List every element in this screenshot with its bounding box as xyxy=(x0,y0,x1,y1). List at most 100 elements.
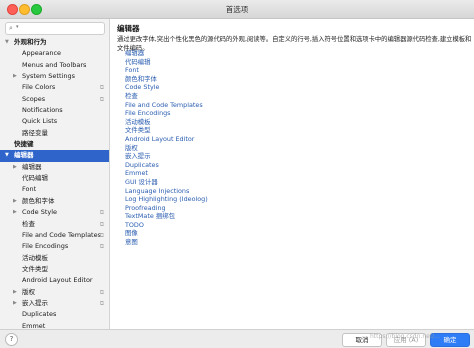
search-icon: ⌕ xyxy=(9,24,13,32)
chevron-right-icon[interactable]: ▶ xyxy=(13,162,17,173)
sidebar-item-label: Quick Lists xyxy=(22,117,58,126)
sidebar-item[interactable]: Emmet xyxy=(0,321,109,329)
subpage-link[interactable]: 意图 xyxy=(125,238,208,247)
project-scope-icon: ⧉ xyxy=(99,231,104,239)
subpage-link[interactable]: File and Code Templates xyxy=(125,101,208,110)
sidebar-item-label: Android Layout Editor xyxy=(22,276,93,285)
chevron-right-icon[interactable]: ▶ xyxy=(13,71,17,82)
subpage-link[interactable]: TextMate 捆绑包 xyxy=(125,212,208,221)
sidebar-item[interactable]: 活动模板 xyxy=(0,253,109,264)
sidebar-item[interactable]: 路径变量 xyxy=(0,128,109,139)
subpage-link[interactable]: Emmet xyxy=(125,169,208,178)
sidebar-item[interactable]: 代码编辑 xyxy=(0,173,109,184)
sidebar-item[interactable]: ▶ 编辑器 xyxy=(0,162,109,173)
sidebar-item-label: 快捷键 xyxy=(14,140,34,149)
chevron-down-icon[interactable]: ▼ xyxy=(5,37,9,48)
chevron-down-icon: ▾ xyxy=(16,24,19,30)
sidebar-item-label: 编辑器 xyxy=(14,151,34,160)
sidebar-item[interactable]: Font xyxy=(0,184,109,195)
settings-tree: ▼ 外观和行为 Appearance Menus and Toolbars ▶ Syste… xyxy=(0,37,109,329)
sidebar-item-label: File Colors xyxy=(22,83,56,92)
subpage-link[interactable]: Code Style xyxy=(125,83,208,92)
project-scope-icon: ⧉ xyxy=(99,299,104,307)
page-title: 编辑器 xyxy=(117,24,140,33)
chevron-right-icon[interactable]: ▶ xyxy=(13,298,17,309)
subpage-link[interactable]: 代码编辑 xyxy=(125,58,208,67)
subpage-link[interactable]: GUI 设计器 xyxy=(125,178,208,187)
sidebar-item[interactable]: 文件类型 xyxy=(0,264,109,275)
sidebar-item[interactable]: File Encodings ⧉ xyxy=(0,241,109,252)
chevron-right-icon[interactable]: ▶ xyxy=(13,287,17,298)
sidebar-item-label: 代码编辑 xyxy=(22,174,48,183)
chevron-down-icon[interactable]: ▼ xyxy=(5,150,9,161)
sidebar-item-label: 版权 xyxy=(22,287,35,296)
sidebar-item-label: 路径变量 xyxy=(22,128,48,137)
window-title: 首选项 xyxy=(225,5,249,14)
subpage-link[interactable]: 检查 xyxy=(125,92,208,101)
sidebar-item-label: 嵌入提示 xyxy=(22,298,48,307)
settings-sidebar: ⌕ ▾ ▼ 外观和行为 Appearance Menus and Toolbars ▶ S… xyxy=(0,19,110,329)
subpage-links: 编辑器 代码编辑 Font 颜色和字体 Code Style 检查 File and Cod… xyxy=(125,49,208,247)
project-scope-icon: ⧉ xyxy=(99,209,104,217)
project-scope-icon: ⧉ xyxy=(99,288,104,296)
sidebar-item[interactable]: ▶ System Settings xyxy=(0,71,109,82)
sidebar-item[interactable]: ▼ 外观和行为 xyxy=(0,37,109,48)
title-bar: 首选项 xyxy=(0,0,474,19)
sidebar-item[interactable]: Appearance xyxy=(0,48,109,59)
sidebar-item-label: 颜色和字体 xyxy=(22,196,55,205)
subpage-link[interactable]: 嵌入提示 xyxy=(125,152,208,161)
sidebar-item-label: Font xyxy=(22,185,37,194)
sidebar-item[interactable]: ▶ 颜色和字体 xyxy=(0,196,109,207)
project-scope-icon: ⧉ xyxy=(99,220,104,228)
sidebar-item[interactable]: 快捷键 xyxy=(0,139,109,150)
search-input[interactable]: ⌕ ▾ xyxy=(5,22,105,35)
sidebar-item[interactable]: ▶ 版权 ⧉ xyxy=(0,287,109,298)
sidebar-item-label: Appearance xyxy=(22,49,62,58)
subpage-link[interactable]: 图像 xyxy=(125,229,208,238)
sidebar-item-label: 编辑器 xyxy=(22,162,42,171)
sidebar-item[interactable]: ▶ Code Style ⧉ xyxy=(0,207,109,218)
subpage-link[interactable]: 版权 xyxy=(125,144,208,153)
sidebar-item[interactable]: 检查 ⧉ xyxy=(0,219,109,230)
sidebar-item-label: Notifications xyxy=(22,106,63,115)
project-scope-icon: ⧉ xyxy=(99,95,104,103)
subpage-link[interactable]: Font xyxy=(125,66,208,75)
subpage-link[interactable]: Duplicates xyxy=(125,161,208,170)
subpage-link[interactable]: 文件类型 xyxy=(125,126,208,135)
subpage-link[interactable]: File Encodings xyxy=(125,109,208,118)
sidebar-item[interactable]: File and Code Templates ⧉ xyxy=(0,230,109,241)
sidebar-item[interactable]: Notifications xyxy=(0,105,109,116)
subpage-link[interactable]: Log Highlighting (Ideolog) xyxy=(125,195,208,204)
sidebar-item-label: File and Code Templates xyxy=(22,230,101,239)
sidebar-item[interactable]: ▶ 嵌入提示 ⧉ xyxy=(0,298,109,309)
sidebar-item[interactable]: Quick Lists xyxy=(0,116,109,127)
subpage-link[interactable]: 编辑器 xyxy=(125,49,208,58)
subpage-link[interactable]: 颜色和字体 xyxy=(125,75,208,84)
sidebar-item[interactable]: Duplicates xyxy=(0,309,109,320)
subpage-link[interactable]: Android Layout Editor xyxy=(125,135,208,144)
help-button[interactable]: ? xyxy=(5,333,18,346)
sidebar-item-label: 活动模板 xyxy=(22,253,48,262)
sidebar-item-label: System Settings xyxy=(22,72,75,81)
sidebar-item-label: Menus and Toolbars xyxy=(22,60,87,69)
sidebar-item-label: 文件类型 xyxy=(22,264,48,273)
subpage-link[interactable]: Language Injections xyxy=(125,187,208,196)
sidebar-item-label: 外观和行为 xyxy=(14,38,47,46)
sidebar-item-label: Scopes xyxy=(22,94,46,103)
sidebar-item-label: 检查 xyxy=(22,219,35,228)
sidebar-item[interactable]: Menus and Toolbars xyxy=(0,60,109,71)
sidebar-item-label: Code Style xyxy=(22,208,58,217)
sidebar-item-label: File Encodings xyxy=(22,242,69,251)
watermark: https://blog.csdn.net/... xyxy=(370,333,440,340)
chevron-right-icon[interactable]: ▶ xyxy=(13,207,17,218)
sidebar-item[interactable]: File Colors ⧉ xyxy=(0,82,109,93)
project-scope-icon: ⧉ xyxy=(99,84,104,92)
sidebar-item[interactable]: Scopes ⧉ xyxy=(0,94,109,105)
chevron-right-icon[interactable]: ▶ xyxy=(13,196,17,207)
sidebar-item[interactable]: Android Layout Editor xyxy=(0,275,109,286)
sidebar-item[interactable]: ▼ 编辑器 xyxy=(0,150,109,162)
sidebar-item-label: Duplicates xyxy=(22,310,57,319)
content-panel: 编辑器 通过更改字体,突出个性化黑色的源代码的外观,阅读等。自定义的行号,插入符… xyxy=(110,19,474,329)
subpage-link[interactable]: Proofreading xyxy=(125,204,208,213)
sidebar-item-label: Emmet xyxy=(22,321,46,329)
